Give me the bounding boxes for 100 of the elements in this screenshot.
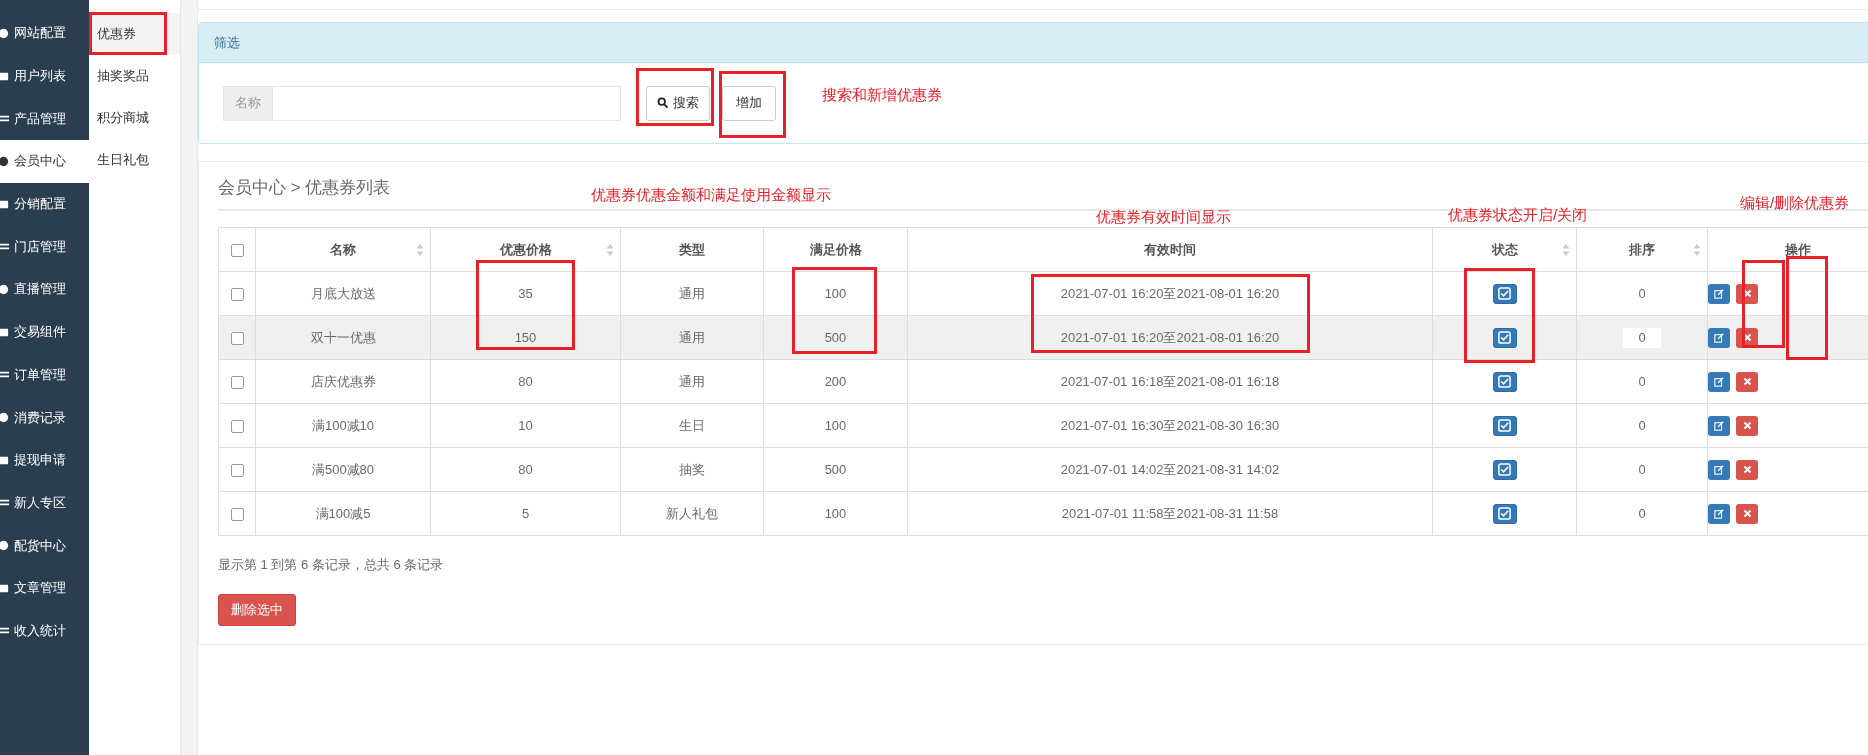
menu-item-icon [0, 26, 10, 40]
status-toggle[interactable] [1492, 415, 1517, 436]
edit-icon [1714, 376, 1724, 387]
delete-button[interactable] [1736, 459, 1758, 480]
sidebar-item[interactable]: 交易组件 [0, 310, 89, 354]
close-icon [1742, 421, 1752, 430]
row-checkbox[interactable] [230, 464, 244, 478]
checkbox-icon [1498, 419, 1511, 432]
table-cell: 35 [518, 286, 533, 301]
table-cell: 2021-07-01 11:58至2021-08-31 11:58 [1061, 505, 1279, 521]
column-header: 类型 [679, 241, 705, 257]
menu-item-icon [0, 282, 10, 296]
status-toggle[interactable] [1492, 371, 1517, 392]
delete-button[interactable] [1736, 371, 1758, 392]
table-cell: 通用 [679, 285, 705, 301]
checkbox-icon [1498, 287, 1511, 300]
table-cell: 2021-07-01 16:18至2021-08-01 16:18 [1060, 373, 1280, 389]
table-cell: 150 [514, 330, 537, 345]
table-cell: 2021-07-01 16:30至2021-08-30 16:30 [1060, 417, 1280, 433]
column-header: 满足价格 [809, 241, 862, 257]
table-cell: 抽奖 [679, 461, 705, 477]
table-cell: 双十一优惠 [310, 329, 376, 345]
table-cell: 2021-07-01 16:20至2021-08-01 16:20 [1060, 329, 1280, 345]
row-checkbox[interactable] [230, 288, 244, 302]
edit-icon [1714, 332, 1724, 343]
status-toggle[interactable] [1492, 459, 1517, 480]
checkbox-icon [1498, 331, 1511, 344]
sidebar-item[interactable]: 收入统计 [0, 609, 89, 653]
edit-button[interactable] [1708, 503, 1730, 524]
sidebar-item[interactable]: 会员中心 [0, 140, 89, 183]
annotation-text: 优惠券优惠金额和满足使用金额显示 [591, 186, 831, 205]
checkbox-icon [1498, 507, 1511, 520]
table-cell: 100 [824, 418, 847, 433]
sidebar-item[interactable]: 网站配置 [0, 12, 89, 55]
table-cell: 0 [1638, 286, 1646, 301]
sidebar-item[interactable]: 直播管理 [0, 268, 89, 311]
table-cell: 0 [1638, 506, 1646, 521]
table-cell: 5 [521, 506, 530, 521]
status-toggle[interactable] [1492, 503, 1517, 524]
column-header: 操作 [1784, 241, 1811, 257]
edit-icon [1714, 288, 1724, 299]
delete-selected-button[interactable]: 删除选中 [218, 594, 296, 626]
delete-button[interactable] [1736, 415, 1758, 436]
row-checkbox[interactable] [230, 332, 244, 346]
highlight-frame [719, 71, 786, 138]
table-cell: 满100减5 [315, 505, 371, 521]
checkbox-icon [1498, 463, 1511, 476]
table-cell: 80 [518, 374, 533, 389]
sidebar-item[interactable]: 提现申请 [0, 438, 89, 482]
edit-button[interactable] [1708, 459, 1730, 480]
menu-item-icon [0, 539, 10, 553]
delete-button[interactable] [1736, 503, 1758, 524]
table-cell: 店庆优惠券 [310, 373, 376, 389]
sidebar-item[interactable]: 门店管理 [0, 225, 89, 269]
annotation-text: 编辑/删除优惠券 [1740, 194, 1850, 213]
select-all-checkbox[interactable] [230, 244, 244, 258]
column-header: 状态 [1491, 241, 1518, 257]
status-toggle[interactable] [1492, 327, 1517, 348]
sidebar-item[interactable]: 配货中心 [0, 524, 89, 567]
edit-button[interactable] [1708, 415, 1730, 436]
table-cell: 10 [518, 418, 533, 433]
annotation-text: 优惠券状态开启/关闭 [1448, 206, 1588, 225]
sidebar-item[interactable]: 订单管理 [0, 353, 89, 397]
table-cell: 通用 [679, 329, 705, 345]
close-icon [1742, 377, 1752, 386]
table-cell: 80 [518, 462, 533, 477]
sidebar-item[interactable]: 分销配置 [0, 182, 89, 226]
table-cell: 2021-07-01 14:02至2021-08-31 14:02 [1060, 461, 1280, 477]
submenu-item[interactable]: 生日礼包 [89, 139, 180, 181]
edit-button[interactable] [1708, 283, 1730, 304]
search-button[interactable]: 搜索 [646, 85, 710, 121]
sidebar-item[interactable]: 文章管理 [0, 566, 89, 610]
row-checkbox[interactable] [230, 420, 244, 434]
checkbox-icon [1498, 375, 1511, 388]
table-cell: 生日 [679, 417, 705, 433]
row-checkbox[interactable] [230, 376, 244, 390]
table-cell: 新人礼包 [666, 505, 718, 521]
sidebar-item[interactable]: 消费记录 [0, 396, 89, 439]
row-checkbox[interactable] [230, 508, 244, 522]
add-button[interactable]: 增加 [722, 85, 776, 121]
search-icon [657, 97, 669, 109]
sidebar-item[interactable]: 用户列表 [0, 54, 89, 98]
sidebar-item[interactable]: 新人专区 [0, 481, 89, 525]
edit-button[interactable] [1708, 371, 1730, 392]
edit-button[interactable] [1708, 327, 1730, 348]
table-cell: 0 [1638, 374, 1646, 389]
submenu-item[interactable]: 积分商城 [89, 97, 180, 139]
table-cell: 满100减10 [311, 417, 375, 433]
table-cell: 500 [824, 462, 847, 477]
edit-icon [1714, 464, 1724, 475]
edit-icon [1714, 420, 1724, 431]
table-cell: 月底大放送 [310, 285, 376, 301]
status-toggle[interactable] [1492, 283, 1517, 304]
submenu-item[interactable]: 抽奖奖品 [89, 55, 180, 97]
table-cell: 满500减80 [311, 461, 375, 477]
close-icon [1742, 465, 1752, 474]
sidebar-item[interactable]: 产品管理 [0, 97, 89, 141]
filter-title: 筛选 [199, 23, 1868, 63]
edit-icon [1714, 508, 1724, 519]
record-summary: 显示第 1 到第 6 条记录，总共 6 条记录 [218, 556, 445, 574]
